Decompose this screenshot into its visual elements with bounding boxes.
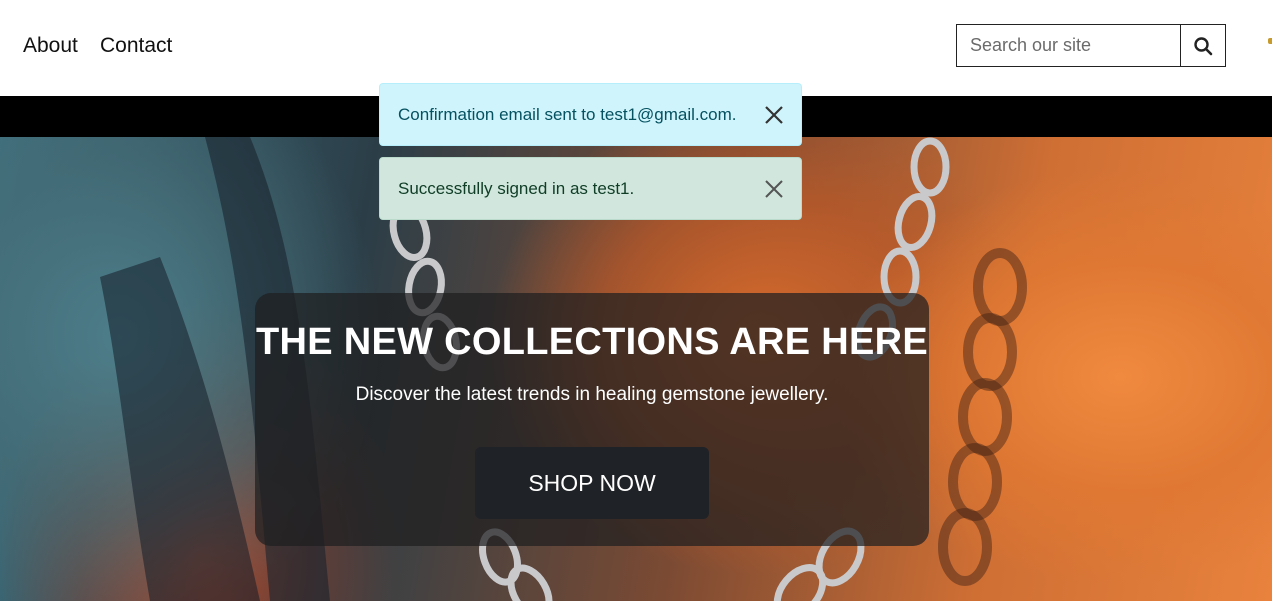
site-header: p About Contact xyxy=(0,0,1272,96)
hero-card: THE NEW COLLECTIONS ARE HERE Discover th… xyxy=(255,293,929,546)
alert-info: Confirmation email sent to test1@gmail.c… xyxy=(379,83,802,146)
hero-subtitle: Discover the latest trends in healing ge… xyxy=(355,384,829,405)
hero-title: THE NEW COLLECTIONS ARE HERE xyxy=(255,321,928,363)
alert-info-message: Confirmation email sent to test1@gmail.c… xyxy=(398,104,737,124)
nav-link-contact[interactable]: Contact xyxy=(100,34,172,58)
search-icon xyxy=(1194,36,1213,55)
close-icon[interactable] xyxy=(763,178,785,200)
search-form xyxy=(956,24,1226,67)
cart-icon[interactable] xyxy=(1268,38,1272,44)
search-input[interactable] xyxy=(957,25,1180,66)
search-button[interactable] xyxy=(1180,25,1225,66)
close-icon[interactable] xyxy=(763,104,785,126)
alert-success-message: Successfully signed in as test1. xyxy=(398,178,635,198)
alert-success: Successfully signed in as test1. xyxy=(379,157,802,220)
nav-link-about[interactable]: About xyxy=(23,34,78,58)
shop-now-button[interactable]: SHOP NOW xyxy=(475,447,709,519)
